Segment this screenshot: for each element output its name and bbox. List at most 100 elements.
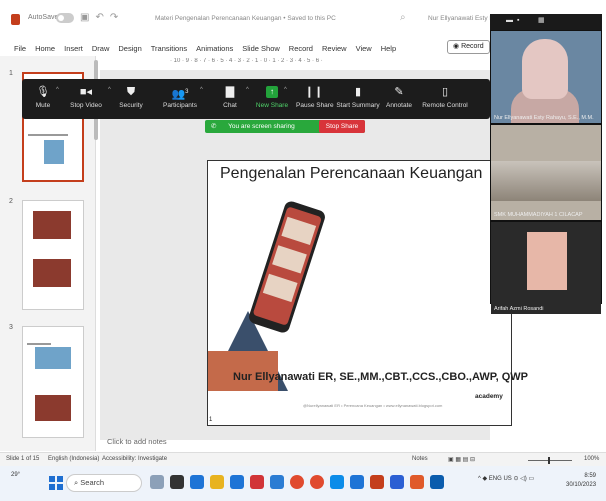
record-button[interactable]: ◉ Record <box>447 40 490 54</box>
new-share-button[interactable]: ↑ New Share <box>252 79 292 119</box>
tab-home[interactable]: Home <box>35 44 55 53</box>
video-panel-header: ▬▪ ▦ <box>490 14 602 30</box>
participant-name: Arifah Azmi Rosandi <box>494 306 544 312</box>
tab-draw[interactable]: Draw <box>92 44 110 53</box>
chat-button[interactable]: ▇ Chat <box>216 79 244 119</box>
zoom-icon[interactable] <box>430 475 444 489</box>
chevron-up-icon[interactable]: ^ <box>56 87 59 93</box>
tab-review[interactable]: Review <box>322 44 347 53</box>
window-controls[interactable]: ▬▪ <box>506 17 523 24</box>
thumb-text-line <box>27 343 51 345</box>
app-icon[interactable] <box>270 475 284 489</box>
start-summary-button[interactable]: ▮ Start Summary <box>336 79 380 119</box>
tab-insert[interactable]: Insert <box>64 44 83 53</box>
phone-screen-card <box>272 245 307 274</box>
view-buttons[interactable]: ▣ ▦ ▤ ⊟ <box>448 456 475 463</box>
mouse-icon: ▯ <box>441 86 449 98</box>
thumb-image <box>33 259 71 287</box>
slide-thumbnail-2[interactable] <box>22 200 84 310</box>
remote-control-label: Remote Control <box>422 102 468 109</box>
zoom-video-panel: ▬▪ ▦ Nur Ellyanawati Esty Rahayu, S.E., … <box>490 14 602 314</box>
slide-footer: @Nurellyanawati ER • Perencana Keuangan … <box>303 403 443 408</box>
status-bar: Slide 1 of 15 English (Indonesia) Access… <box>0 452 606 466</box>
chevron-up-icon[interactable]: ^ <box>284 87 287 93</box>
autosave-toggle[interactable] <box>56 13 74 23</box>
accessibility-status[interactable]: Accessibility: Investigate <box>102 456 167 462</box>
video-tile[interactable]: SMK MUHAMMADIYAH 1 CILACAP <box>491 125 601 220</box>
clock[interactable]: 8:59 30/10/2023 <box>566 472 596 490</box>
video-tile[interactable]: Nur Ellyanawati Esty Rahayu, S.E., M.M. <box>491 31 601 123</box>
security-label: Security <box>119 102 143 109</box>
stop-share-label: Stop Share <box>325 123 359 130</box>
mute-button[interactable]: 🎙 Mute <box>26 79 60 119</box>
participants-button[interactable]: 👥3 Participants <box>154 79 206 119</box>
tab-animations[interactable]: Animations <box>196 44 233 53</box>
tab-design[interactable]: Design <box>118 44 141 53</box>
new-share-label: New Share <box>255 102 289 109</box>
app-icon[interactable] <box>410 475 424 489</box>
tab-help[interactable]: Help <box>381 44 396 53</box>
video-camera-icon: ■◂ <box>79 86 93 98</box>
search-icon[interactable]: ⌕ <box>400 12 406 23</box>
app-icon[interactable] <box>190 475 204 489</box>
chat-label: Chat <box>223 102 237 109</box>
share-arrow-icon: ↑ <box>266 86 278 98</box>
shield-icon: ⛊ <box>126 86 136 98</box>
document-title: Materi Pengenalan Perencanaan Keuangan •… <box>155 15 336 22</box>
tab-file[interactable]: File <box>14 44 26 53</box>
language-indicator[interactable]: English (Indonesia) <box>48 456 99 462</box>
pause-share-button[interactable]: ❙❙ Pause Share <box>296 79 334 119</box>
weather-widget[interactable]: 29° <box>11 472 20 478</box>
search-label: Search <box>80 478 105 487</box>
participant-name: SMK MUHAMMADIYAH 1 CILACAP <box>494 212 583 218</box>
classroom-video <box>491 161 601 201</box>
video-tile[interactable]: Arifah Azmi Rosandi <box>491 222 601 314</box>
zoom-slider[interactable] <box>528 457 572 464</box>
windows-start-icon[interactable] <box>49 476 63 490</box>
tab-transitions[interactable]: Transitions <box>151 44 187 53</box>
thumb-image <box>35 395 71 421</box>
pause-share-label: Pause Share <box>296 102 334 109</box>
quick-access-icons[interactable]: ▣↶↷ <box>80 12 124 23</box>
folder-icon[interactable] <box>210 475 224 489</box>
clock-date: 30/10/2023 <box>566 482 597 488</box>
annotate-button[interactable]: ✎ Annotate <box>384 79 414 119</box>
phone-screen-card <box>281 216 317 246</box>
notes-placeholder[interactable]: Click to add notes <box>107 437 167 446</box>
chevron-up-icon[interactable]: ^ <box>246 87 249 93</box>
stop-video-button[interactable]: ■◂ Stop Video <box>64 79 108 119</box>
tab-slide-show[interactable]: Slide Show <box>242 44 280 53</box>
powerpoint-icon[interactable] <box>370 475 384 489</box>
taskbar-search[interactable]: ⌕ Search <box>66 474 142 492</box>
chevron-up-icon[interactable]: ^ <box>200 87 203 93</box>
app-icon[interactable] <box>230 475 244 489</box>
microphone-icon: 🎙 <box>36 86 50 98</box>
zoom-level[interactable]: 100% <box>584 456 599 462</box>
app-icon[interactable] <box>150 475 164 489</box>
stop-share-button[interactable]: Stop Share <box>319 120 365 133</box>
zoom-meeting-toolbar: 🎙 Mute ^ ■◂ Stop Video ^ ⛊ Security 👥3 P… <box>22 79 490 119</box>
remote-control-button[interactable]: ▯ Remote Control <box>420 79 470 119</box>
app-icon[interactable] <box>250 475 264 489</box>
notes-toggle[interactable]: Notes <box>412 456 428 462</box>
chevron-up-icon[interactable]: ^ <box>108 87 111 93</box>
windows-taskbar: 29° ⌕ Search ^ ◆ ENG US ⊙ ◁) ▭ 8:59 30/1… <box>0 466 606 501</box>
brand-logo: academy <box>475 393 503 400</box>
word-icon[interactable] <box>390 475 404 489</box>
app-icon[interactable] <box>290 475 304 489</box>
app-icon[interactable] <box>350 475 364 489</box>
current-slide[interactable]: Pengenalan Perencanaan Keuangan Nur Elly… <box>207 160 528 426</box>
grid-view-icon[interactable]: ▦ <box>538 16 545 24</box>
security-button[interactable]: ⛊ Security <box>112 79 150 119</box>
slide-number: 1 <box>9 70 13 77</box>
tab-record[interactable]: Record <box>289 44 313 53</box>
slide-number: 2 <box>9 198 13 205</box>
app-icon[interactable] <box>330 475 344 489</box>
input-language: ENG <box>488 476 502 482</box>
app-icon[interactable] <box>170 475 184 489</box>
system-tray[interactable]: ^ ◆ ENG US ⊙ ◁) ▭ <box>478 475 534 482</box>
tab-view[interactable]: View <box>356 44 372 53</box>
thumb-image <box>35 347 71 369</box>
slide-thumbnail-3[interactable] <box>22 326 84 438</box>
app-icon[interactable] <box>310 475 324 489</box>
